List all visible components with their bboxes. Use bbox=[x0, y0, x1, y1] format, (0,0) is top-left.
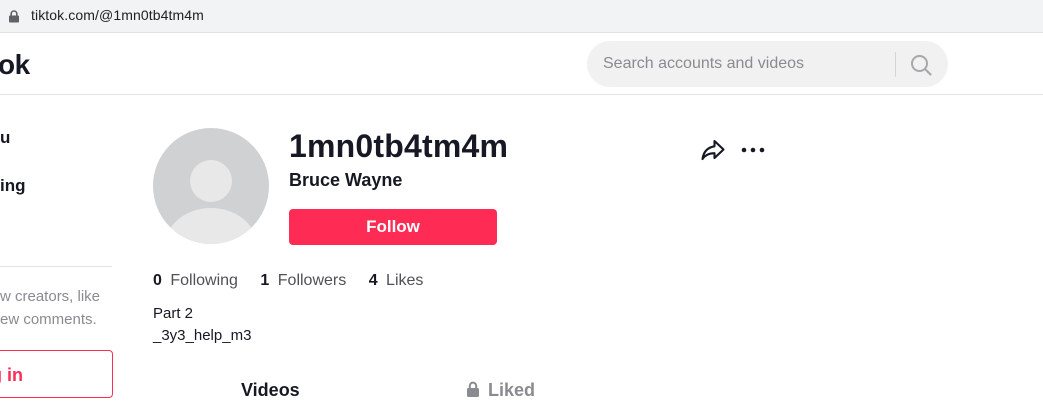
search-icon[interactable] bbox=[907, 51, 935, 79]
avatar bbox=[153, 128, 269, 244]
profile-bio-line-2: _3y3_help_m3 bbox=[153, 327, 252, 344]
tab-liked-label: Liked bbox=[488, 380, 536, 400]
stat-likes: 4 Likes bbox=[369, 272, 424, 290]
share-icon[interactable] bbox=[700, 138, 726, 162]
profile-username: 1mn0tb4tm4m bbox=[289, 128, 509, 164]
likes-label: Likes bbox=[386, 272, 424, 289]
follow-button[interactable]: Follow bbox=[289, 209, 497, 245]
tab-videos[interactable]: Videos bbox=[241, 380, 300, 401]
sidebar-promo-line-2: ew comments. bbox=[0, 311, 97, 328]
login-button-label: g in bbox=[0, 365, 23, 385]
site-header: ok bbox=[0, 34, 1043, 95]
more-icon[interactable] bbox=[740, 146, 766, 154]
default-avatar-icon bbox=[165, 160, 257, 244]
sidebar-item-for-you[interactable]: u bbox=[0, 128, 10, 148]
browser-address-bar[interactable]: tiktok.com/@1mn0tb4tm4m bbox=[0, 0, 1043, 33]
tiktok-logo[interactable]: ok bbox=[0, 49, 30, 81]
search-bar[interactable] bbox=[587, 41, 948, 87]
tab-liked[interactable]: Liked bbox=[466, 380, 535, 401]
followers-label: Followers bbox=[277, 272, 347, 289]
likes-count: 4 bbox=[368, 272, 378, 289]
stat-following[interactable]: 0 Following bbox=[153, 272, 238, 290]
sidebar-item-following[interactable]: ing bbox=[0, 176, 26, 196]
following-label: Following bbox=[170, 272, 238, 289]
login-button[interactable]: g in bbox=[0, 350, 113, 398]
sidebar-divider bbox=[0, 266, 112, 267]
stat-followers[interactable]: 1 Followers bbox=[260, 272, 346, 290]
lock-icon bbox=[467, 381, 479, 397]
url-text[interactable]: tiktok.com/@1mn0tb4tm4m bbox=[31, 7, 204, 23]
profile-nickname: Bruce Wayne bbox=[289, 170, 403, 190]
profile-bio-line-1: Part 2 bbox=[153, 305, 194, 322]
followers-count: 1 bbox=[260, 272, 270, 289]
following-count: 0 bbox=[153, 272, 162, 289]
search-input[interactable] bbox=[603, 53, 893, 75]
profile-stats: 0 Following 1 Followers 4 Likes bbox=[153, 272, 441, 290]
lock-icon bbox=[9, 10, 19, 23]
search-divider bbox=[895, 52, 896, 77]
sidebar-promo-line-1: w creators, like bbox=[0, 288, 101, 305]
